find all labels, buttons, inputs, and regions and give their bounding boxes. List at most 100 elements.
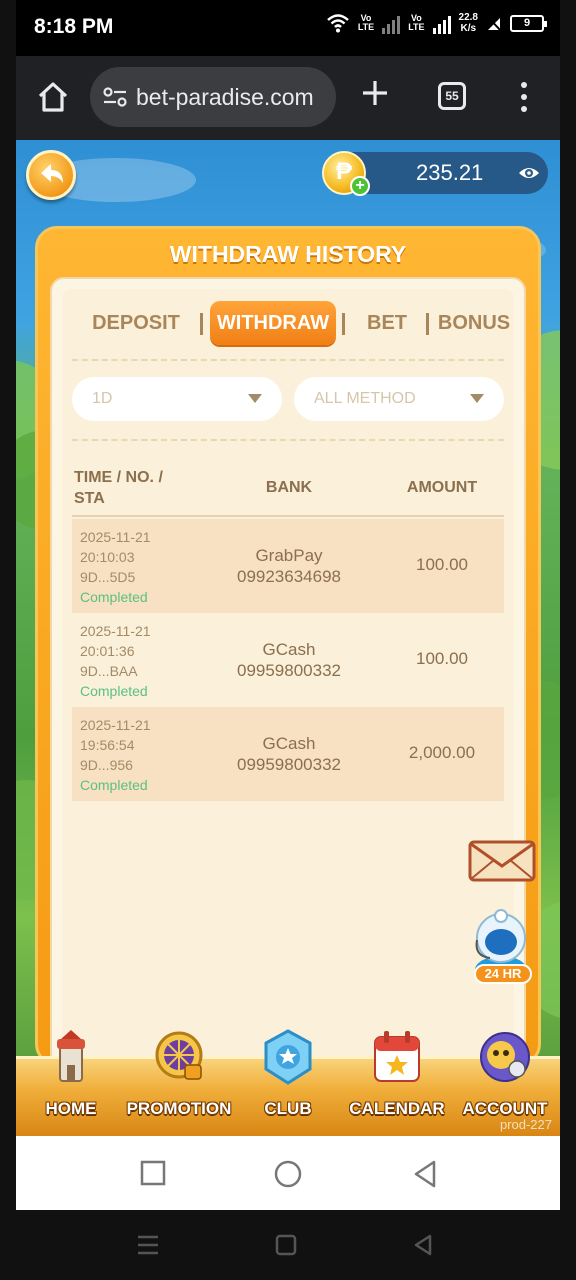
row-status: Completed [80, 589, 148, 605]
support-label: 24 HR [474, 964, 532, 984]
status-bar: 8:18 PM Vo LTE Vo LTE 22.8 K/s 9 [16, 0, 560, 56]
tab-switcher-button[interactable]: 55 [438, 82, 466, 110]
balance-value: 235.21 [416, 160, 484, 185]
column-header-amount: AMOUNT [406, 479, 478, 496]
row-meta: 2025-11-21 20:01:36 9D...BAA Completed [80, 621, 151, 701]
calendar-icon [374, 1031, 420, 1082]
history-tabs: DEPOSIT WITHDRAW BET BONUS [62, 301, 514, 345]
lighthouse-icon [57, 1030, 85, 1082]
tab-separator [426, 313, 429, 335]
tab-bonus[interactable]: BONUS [436, 301, 512, 345]
tab-separator [200, 313, 203, 335]
game-bottom-nav: HOME PROMOTION CLUB CALENDAR ACCOUNT pro… [16, 1029, 560, 1136]
method-select-value: ALL METHOD [314, 390, 416, 407]
net-speed: 22.8 K/s [459, 12, 478, 34]
row-bank-name: GCash [262, 734, 316, 753]
row-amount: 100.00 [416, 555, 468, 574]
row-bank: GCash 09959800332 [212, 639, 366, 681]
row-order-no: 9D...BAA [80, 663, 138, 679]
row-amount: 100.00 [416, 649, 468, 668]
divider [72, 439, 504, 441]
menu-lines-icon[interactable] [136, 1234, 160, 1256]
game-area: ₱ + 235.21 WITHDRAW HISTORY DEPOSIT WITH… [16, 140, 560, 1136]
row-date: 2025-11-21 [80, 529, 151, 545]
mail-icon[interactable] [468, 840, 536, 882]
eye-icon[interactable] [518, 163, 540, 183]
avatar-icon [480, 1032, 530, 1082]
row-time: 19:56:54 [80, 737, 135, 753]
tab-bet[interactable]: BET [352, 301, 422, 345]
chevron-down-icon [470, 394, 484, 403]
period-select[interactable]: 1D [72, 377, 282, 421]
tab-separator [342, 313, 345, 335]
address-bar[interactable]: bet-paradise.com [90, 67, 336, 127]
row-time: 20:01:36 [80, 643, 135, 659]
recents-icon[interactable] [140, 1160, 166, 1186]
nav-promotion[interactable]: PROMOTION [124, 1029, 234, 1136]
browser-toolbar: bet-paradise.com 55 [16, 56, 560, 140]
tab-withdraw[interactable]: WITHDRAW [210, 301, 336, 345]
table-row[interactable]: 2025-11-21 20:01:36 9D...BAA Completed G… [72, 613, 504, 707]
nav-account-label: ACCOUNT [462, 1099, 548, 1118]
method-select[interactable]: ALL METHOD [294, 377, 504, 421]
divider [72, 359, 504, 361]
volte-indicator: Vo LTE [357, 13, 375, 32]
table-row[interactable]: 2025-11-21 19:56:54 9D...956 Completed G… [72, 707, 504, 801]
row-status: Completed [80, 777, 148, 793]
chevron-down-icon [248, 394, 262, 403]
row-meta: 2025-11-21 19:56:54 9D...956 Completed [80, 715, 151, 795]
signal-icon-2 [432, 12, 451, 34]
status-icons: Vo LTE Vo LTE 22.8 K/s 9 [326, 12, 547, 34]
tab-deposit[interactable]: DEPOSIT [76, 301, 196, 345]
club-star-icon [264, 1029, 312, 1085]
back-chevron-icon[interactable] [412, 1234, 434, 1256]
home-icon[interactable] [36, 80, 70, 114]
row-bank-name: GrabPay [255, 546, 323, 565]
row-date: 2025-11-21 [80, 623, 151, 639]
nav-calendar-label: CALENDAR [349, 1099, 445, 1118]
battery-icon: 9 [510, 14, 547, 32]
row-bank-account: 09959800332 [236, 661, 341, 680]
site-settings-icon[interactable] [102, 84, 128, 110]
nav-club-label: CLUB [264, 1099, 312, 1118]
row-order-no: 9D...956 [80, 757, 133, 773]
device-nav-bar [0, 1210, 576, 1280]
row-date: 2025-11-21 [80, 717, 151, 733]
row-bank: GrabPay 09923634698 [212, 545, 366, 587]
promotion-wheel-icon [155, 1031, 203, 1080]
row-order-no: 9D...5D5 [80, 569, 136, 585]
panel-body: DEPOSIT WITHDRAW BET BONUS 1D ALL METHOD… [50, 277, 526, 1077]
back-button[interactable] [26, 150, 76, 200]
url-text: bet-paradise.com [136, 83, 314, 110]
row-bank: GCash 09959800332 [212, 733, 366, 775]
phone-screen: 8:18 PM Vo LTE Vo LTE 22.8 K/s 9 bet-par… [16, 0, 560, 1210]
signal-icon [382, 12, 401, 34]
nav-club[interactable]: CLUB [233, 1029, 343, 1136]
no-signal-icon [486, 15, 502, 32]
row-meta: 2025-11-21 20:10:03 9D...5D5 Completed [80, 527, 151, 607]
row-amount: 2,000.00 [408, 743, 476, 762]
header-divider [72, 515, 504, 517]
row-status: Completed [80, 683, 148, 699]
panel-content: DEPOSIT WITHDRAW BET BONUS 1D ALL METHOD… [62, 289, 514, 1069]
home-circle-icon[interactable] [274, 1160, 302, 1188]
withdraw-history-panel: WITHDRAW HISTORY DEPOSIT WITHDRAW BET BO… [35, 226, 541, 1077]
square-home-icon[interactable] [275, 1234, 297, 1256]
row-time: 20:10:03 [80, 549, 135, 565]
more-menu-icon[interactable] [516, 82, 532, 112]
back-triangle-icon[interactable] [412, 1160, 438, 1188]
add-funds-button[interactable]: + [350, 176, 370, 196]
row-bank-account: 09923634698 [236, 567, 341, 586]
new-tab-icon[interactable] [360, 78, 390, 108]
column-header-time: TIME / NO. / STA [74, 469, 163, 507]
row-bank-account: 09959800332 [236, 755, 341, 774]
nav-home[interactable]: HOME [16, 1029, 126, 1136]
net-speed-unit: K/s [460, 23, 477, 34]
android-nav-bar [16, 1136, 560, 1210]
row-bank-name: GCash [262, 640, 316, 659]
status-time: 8:18 PM [34, 15, 114, 38]
period-select-value: 1D [92, 390, 113, 407]
nav-calendar[interactable]: CALENDAR [342, 1029, 452, 1136]
table-row[interactable]: 2025-11-21 20:10:03 9D...5D5 Completed G… [72, 519, 504, 613]
panel-title: WITHDRAW HISTORY [169, 241, 407, 267]
